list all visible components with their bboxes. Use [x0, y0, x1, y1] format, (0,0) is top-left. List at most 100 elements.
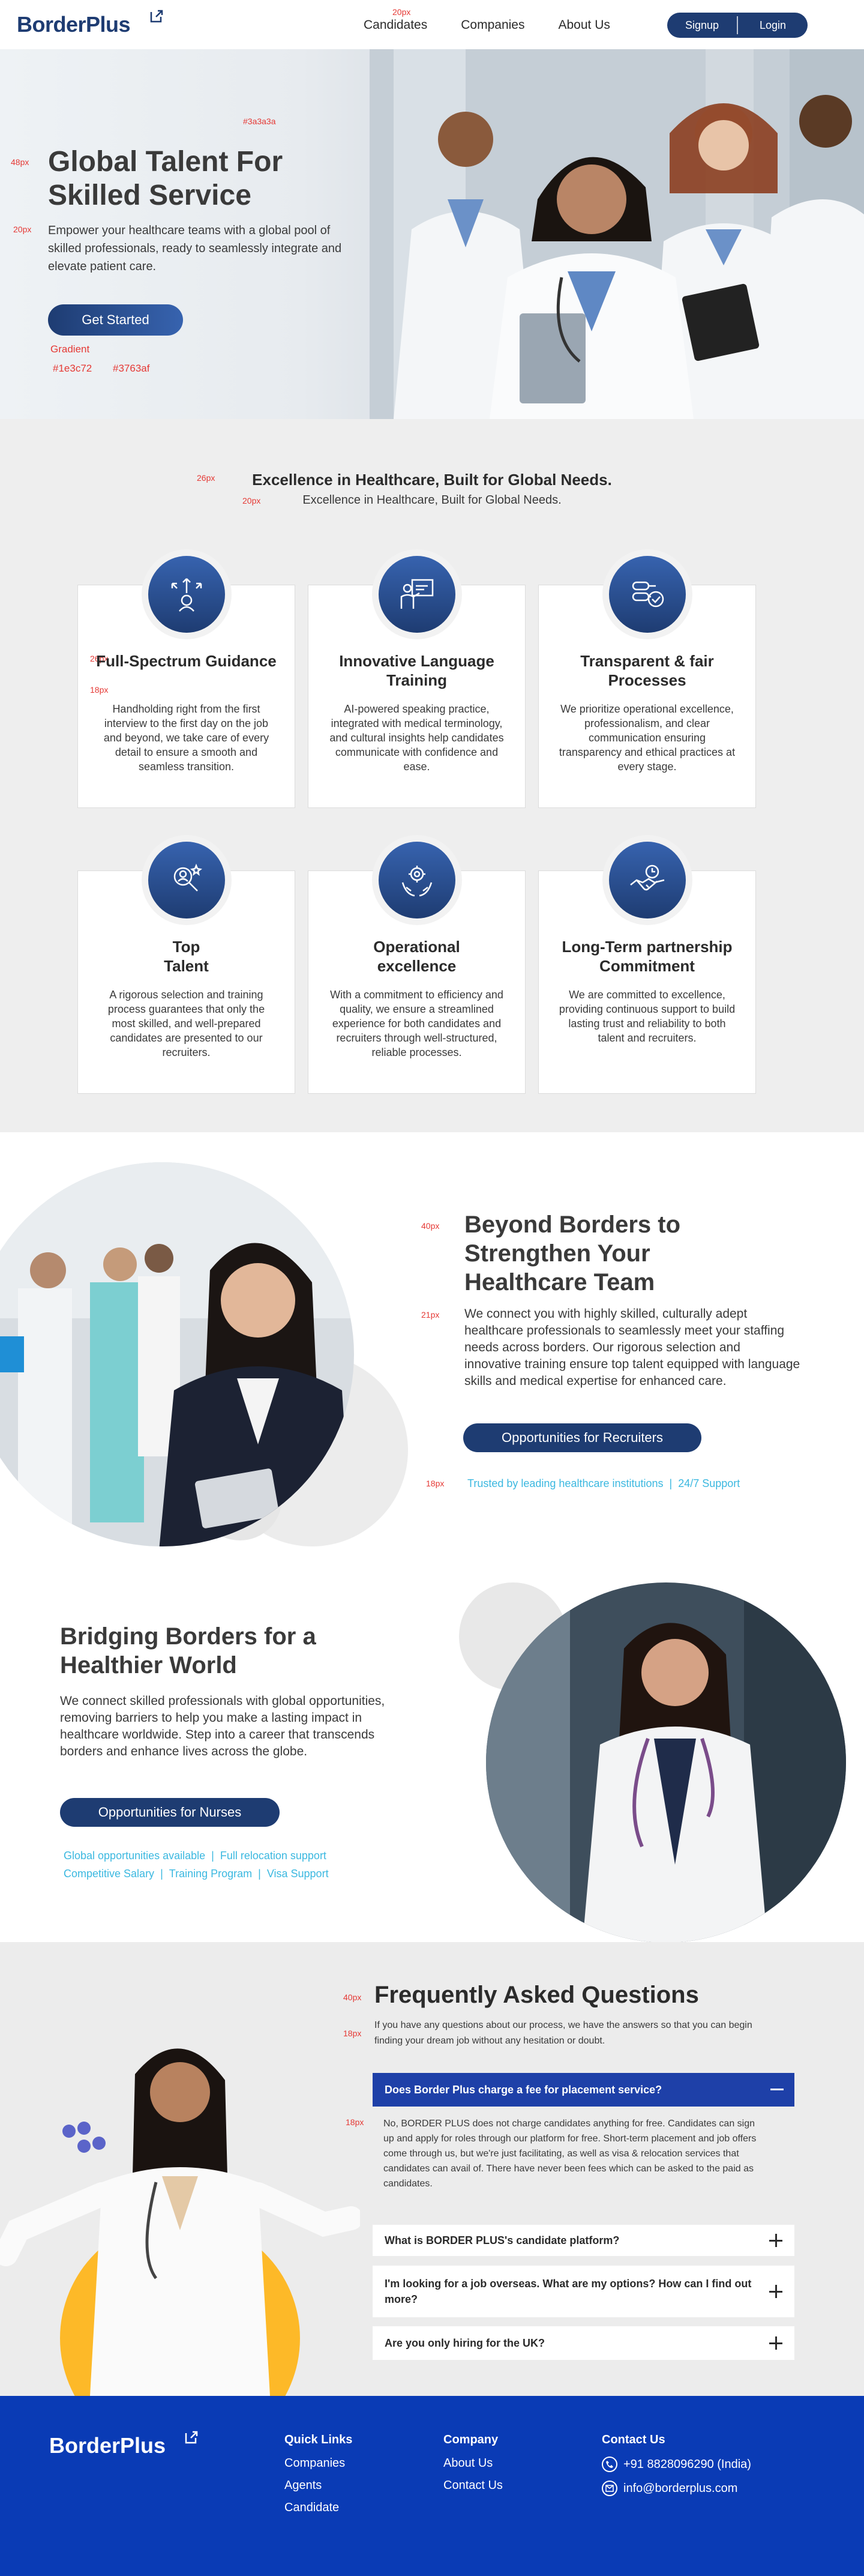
- top-navbar: BorderPlus 20px Candidates Companies Abo…: [0, 0, 864, 49]
- card-text: AI-powered speaking practice, integrated…: [329, 703, 504, 773]
- excellence-section: 26px Excellence in Healthcare, Built for…: [0, 419, 864, 1132]
- auth-buttons: Signup Login: [667, 13, 808, 38]
- brand-logo[interactable]: BorderPlus: [17, 12, 131, 37]
- feature-card-guidance: 26px 18px Full-Spectrum Guidance Handhol…: [77, 549, 295, 808]
- expand-icon[interactable]: [769, 2336, 782, 2350]
- faq-question-text: I'm looking for a job overseas. What are…: [385, 2278, 752, 2305]
- footer-company: Company About Us Contact Us: [443, 2433, 503, 2501]
- card-title: Top Talent: [164, 938, 209, 975]
- feature-card-top-talent: Top Talent A rigorous selection and trai…: [77, 835, 295, 1094]
- footer-link[interactable]: Contact Us: [443, 2479, 503, 2493]
- footer-email[interactable]: info@borderplus.com: [602, 2481, 751, 2496]
- excellence-title: Excellence in Healthcare, Built for Glob…: [252, 471, 612, 489]
- collapse-icon[interactable]: [770, 2089, 784, 2090]
- nav-link-companies[interactable]: Companies: [461, 18, 524, 32]
- process-icon: [602, 549, 692, 639]
- bridging-text: We connect skilled professionals with gl…: [60, 1694, 385, 1758]
- faq-question[interactable]: What is BORDER PLUS's candidate platform…: [373, 2225, 794, 2256]
- external-arrow-icon: [185, 2431, 198, 2444]
- faq-question-text: Does Border Plus charge a fee for placem…: [385, 2083, 662, 2096]
- feature-chip: 24/7 Support: [678, 1477, 740, 1489]
- feature-card-operational: Operational excellence With a commitment…: [308, 835, 526, 1094]
- card-text: With a commitment to efficiency and qual…: [330, 989, 503, 1058]
- footer-quick-links: Quick Links Companies Agents Candidate: [284, 2433, 352, 2523]
- recruiters-button[interactable]: Opportunities for Recruiters: [463, 1423, 701, 1452]
- signup-button[interactable]: Signup: [667, 13, 737, 38]
- card-text: We prioritize operational excellence, pr…: [559, 703, 736, 773]
- recruiter-features: Trusted by leading healthcare institutio…: [467, 1477, 740, 1489]
- feature-chip: Training Program: [169, 1868, 253, 1880]
- annotation-hero-title-size: 48px: [11, 157, 29, 167]
- talent-icon: [141, 835, 232, 925]
- annotation-gradient: Gradient: [50, 343, 90, 355]
- footer: BorderPlus Quick Links Companies Agents …: [0, 2396, 864, 2576]
- card-text: We are committed to excellence, providin…: [559, 989, 736, 1044]
- faq-question[interactable]: I'm looking for a job overseas. What are…: [373, 2266, 794, 2317]
- excellence-subtitle: Excellence in Healthcare, Built for Glob…: [302, 493, 562, 507]
- beyond-text: We connect you with highly skilled, cult…: [464, 1307, 800, 1388]
- get-started-button[interactable]: Get Started: [48, 304, 183, 336]
- login-button[interactable]: Login: [738, 13, 808, 38]
- annotation-card-text-size: 18px: [90, 685, 109, 695]
- footer-logo[interactable]: BorderPlus: [49, 2433, 166, 2458]
- recruiter-image: [0, 1162, 408, 1546]
- nurse-faq-image: [0, 2048, 360, 2396]
- phone-icon: [602, 2457, 617, 2472]
- nav-link-about[interactable]: About Us: [558, 18, 610, 32]
- expand-icon[interactable]: [769, 2234, 782, 2247]
- email-address: info@borderplus.com: [623, 2481, 738, 2495]
- footer-phone[interactable]: +91 8828096290 (India): [602, 2457, 751, 2472]
- card-title: Operational excellence: [373, 938, 460, 975]
- annotation-hero-color: #3a3a3a: [243, 116, 276, 126]
- beyond-title: Beyond Borders to Strengthen Your Health…: [464, 1211, 681, 1296]
- faq-question-text: Are you only hiring for the UK?: [385, 2337, 545, 2349]
- footer-col-title: Quick Links: [284, 2433, 353, 2446]
- faq-question-text: What is BORDER PLUS's candidate platform…: [385, 2234, 620, 2246]
- card-text: A rigorous selection and training proces…: [107, 989, 265, 1058]
- footer-link[interactable]: Agents: [284, 2479, 352, 2493]
- nav-links: Candidates Companies About Us: [364, 18, 644, 32]
- handshake-icon: [602, 835, 692, 925]
- card-title: Full-Spectrum Guidance: [96, 652, 277, 670]
- email-icon: [602, 2481, 617, 2496]
- faq-question[interactable]: Are you only hiring for the UK?: [373, 2326, 794, 2360]
- nurses-button[interactable]: Opportunities for Nurses: [60, 1798, 280, 1827]
- annotation-faq-sub-size: 18px: [343, 2029, 362, 2038]
- nurse-features: Global opportunities available | Full relo…: [64, 1850, 329, 1880]
- card-title: Transparent & fair Processes: [580, 652, 714, 689]
- footer-contact: Contact Us +91 8828096290 (India) info@b…: [602, 2433, 751, 2505]
- faq-title: Frequently Asked Questions: [374, 1982, 699, 2008]
- annotation-hero-sub-size: 20px: [13, 225, 32, 234]
- faq-answer: No, BORDER PLUS does not charge candidat…: [383, 2119, 757, 2189]
- footer-col-title: Contact Us: [602, 2433, 665, 2446]
- bridging-title: Bridging Borders for a Healthier World: [60, 1623, 316, 1679]
- hero-section: #3a3a3a 48px 20px Global Talent For Skil…: [0, 49, 864, 419]
- annotation-gradient-to: #3763af: [113, 363, 150, 374]
- feature-chip: Trusted by leading healthcare institutio…: [467, 1477, 664, 1489]
- annotation-nav-size: 20px: [392, 7, 411, 17]
- expand-icon[interactable]: [769, 2285, 782, 2298]
- footer-link[interactable]: About Us: [443, 2457, 503, 2470]
- card-title: Innovative Language Training: [339, 652, 494, 689]
- nurse-image: [459, 1582, 846, 1942]
- feature-chip: Full relocation support: [220, 1850, 326, 1862]
- annotation-beyond-text-size: 21px: [421, 1310, 440, 1320]
- feature-card-transparent: Transparent & fair Processes We prioriti…: [538, 549, 756, 808]
- footer-link[interactable]: Candidate: [284, 2501, 352, 2515]
- hero-title: Global Talent For Skilled Service: [48, 146, 283, 211]
- external-arrow-icon: [150, 10, 163, 23]
- phone-number: +91 8828096290 (India): [623, 2457, 751, 2471]
- feature-card-language: Innovative Language Training AI-powered …: [308, 549, 526, 808]
- faq-section: 40px Frequently Asked Questions 18px If …: [0, 1942, 864, 2396]
- nav-link-candidates[interactable]: Candidates: [364, 18, 427, 32]
- guidance-icon: [141, 549, 232, 639]
- footer-link[interactable]: Companies: [284, 2457, 352, 2470]
- hero-subtitle: Empower your healthcare teams with a glo…: [48, 224, 342, 273]
- annotation-chips-size: 18px: [426, 1479, 445, 1488]
- card-text: Handholding right from the first intervi…: [103, 703, 269, 773]
- faq-subtitle: If you have any questions about our proc…: [374, 2020, 752, 2046]
- annotation-gradient-from: #1e3c72: [53, 363, 92, 374]
- annotation-faq-title-size: 40px: [343, 1992, 362, 2002]
- faq-question-open[interactable]: Does Border Plus charge a fee for placem…: [373, 2073, 794, 2107]
- doctors-group-image: [370, 49, 864, 419]
